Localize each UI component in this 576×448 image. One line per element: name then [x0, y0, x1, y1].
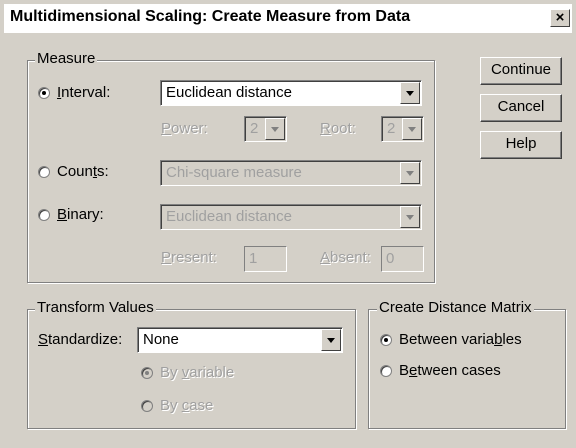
interval-measure-value: Euclidean distance	[166, 84, 292, 101]
counts-measure-value: Chi-square measure	[166, 164, 302, 181]
counts-radio-circle	[38, 165, 50, 178]
present-field[interactable]: 1	[244, 246, 287, 272]
measure-legend: Measure	[35, 50, 98, 67]
chevron-down-icon[interactable]	[400, 162, 420, 184]
standardize-select[interactable]: None	[137, 327, 343, 353]
between-cases-radio-circle	[380, 364, 392, 377]
standardize-label: Standardize:	[38, 331, 123, 348]
root-label: Root:	[320, 120, 356, 137]
chevron-down-icon[interactable]	[321, 329, 341, 351]
cancel-button[interactable]: Cancel	[480, 94, 562, 122]
counts-radio[interactable]: Counts:	[38, 163, 109, 180]
counts-measure-select[interactable]: Chi-square measure	[160, 160, 422, 186]
chevron-down-icon[interactable]	[400, 206, 420, 228]
root-select[interactable]: 2	[381, 116, 424, 142]
binary-measure-value: Euclidean distance	[166, 208, 292, 225]
by-case-radio-circle	[141, 399, 153, 412]
between-variables-radio-circle	[380, 333, 392, 346]
binary-label: Binary:	[57, 206, 104, 223]
counts-label: Counts:	[57, 163, 109, 180]
transform-values-legend: Transform Values	[35, 299, 156, 316]
continue-button[interactable]: Continue	[480, 57, 562, 85]
close-button[interactable]: ×	[550, 9, 570, 27]
between-variables-radio[interactable]: Between variables	[380, 331, 522, 348]
chevron-down-icon[interactable]	[400, 82, 420, 104]
window-title: Multidimensional Scaling: Create Measure…	[10, 8, 411, 25]
by-variable-label: By variable	[160, 364, 235, 381]
absent-field[interactable]: 0	[381, 246, 424, 272]
binary-measure-select[interactable]: Euclidean distance	[160, 204, 422, 230]
present-label: Present:	[161, 249, 217, 266]
help-button[interactable]: Help	[480, 131, 562, 159]
binary-radio-circle	[38, 208, 50, 221]
by-case-label: By case	[160, 397, 214, 414]
chevron-down-icon[interactable]	[402, 118, 422, 140]
by-variable-radio-circle	[141, 366, 153, 379]
interval-radio[interactable]: Interval:	[38, 84, 110, 101]
between-cases-radio[interactable]: Between cases	[380, 362, 501, 379]
binary-radio[interactable]: Binary:	[38, 206, 104, 223]
chevron-down-icon[interactable]	[265, 118, 285, 140]
title-bar: Multidimensional Scaling: Create Measure…	[4, 4, 572, 33]
power-label: Power:	[161, 120, 208, 137]
dialog-window: Multidimensional Scaling: Create Measure…	[0, 0, 576, 448]
between-variables-label: Between variables	[399, 331, 522, 348]
by-case-radio[interactable]: By case	[141, 397, 213, 414]
power-value: 2	[250, 120, 259, 137]
interval-measure-select[interactable]: Euclidean distance	[160, 80, 422, 106]
interval-radio-circle	[38, 86, 50, 99]
root-value: 2	[387, 120, 396, 137]
by-variable-radio[interactable]: By variable	[141, 364, 234, 381]
between-cases-label: Between cases	[399, 362, 501, 379]
interval-label: Interval:	[57, 84, 111, 101]
absent-label: Absent:	[320, 249, 371, 266]
distance-matrix-legend: Create Distance Matrix	[377, 299, 534, 316]
power-select[interactable]: 2	[244, 116, 287, 142]
standardize-value: None	[143, 331, 179, 348]
